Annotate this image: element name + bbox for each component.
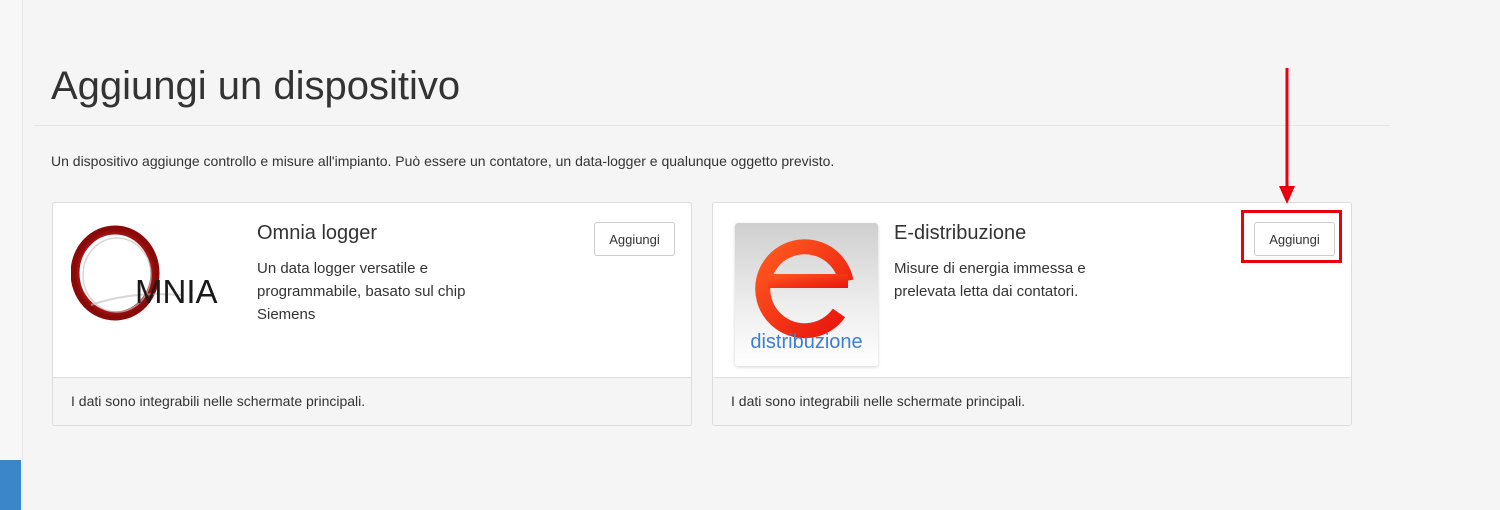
- e-distribuzione-logo-text: distribuzione: [750, 331, 862, 353]
- omnia-logo: MNIA: [71, 225, 218, 321]
- page-intro: Un dispositivo aggiunge controllo e misu…: [51, 153, 835, 169]
- device-card-e-distribuzione: distribuzione E-distribuzione Misure di …: [712, 202, 1352, 426]
- device-description: Un data logger versatile e programmabile…: [257, 260, 466, 323]
- title-divider: [35, 125, 1389, 126]
- add-omnia-button[interactable]: Aggiungi: [594, 222, 675, 256]
- page-title: Aggiungi un dispositivo: [51, 64, 461, 108]
- device-card-footer: I dati sono integrabili nelle schermate …: [713, 377, 1351, 425]
- annotation-arrow-icon: [1279, 68, 1295, 204]
- e-distribuzione-logo: distribuzione: [735, 223, 878, 366]
- device-card-omnia: MNIA Omnia logger Un data logger versati…: [52, 202, 692, 426]
- add-e-distribuzione-button[interactable]: Aggiungi: [1254, 222, 1335, 256]
- device-name: E-distribuzione: [894, 222, 1027, 244]
- device-description: Misure di energia immessa e prelevata le…: [894, 260, 1086, 300]
- device-name: Omnia logger: [257, 222, 378, 244]
- sidebar-toggle-tab[interactable]: [0, 460, 21, 510]
- left-sidebar: [0, 0, 23, 510]
- device-card-footer: I dati sono integrabili nelle schermate …: [53, 377, 691, 425]
- omnia-logo-text: MNIA: [135, 273, 218, 310]
